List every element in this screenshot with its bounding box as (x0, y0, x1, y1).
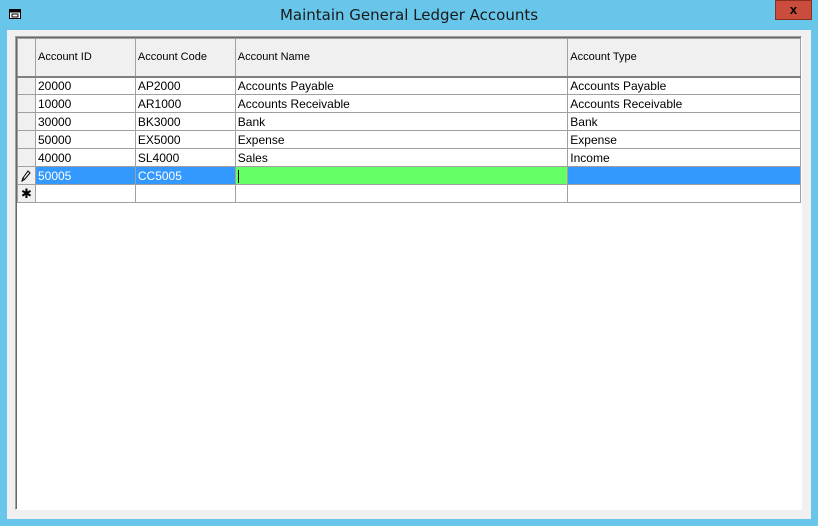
pencil-icon (21, 169, 32, 182)
cell-account-type[interactable]: Bank (567, 112, 801, 131)
row-header[interactable] (17, 76, 36, 95)
cell-account-code[interactable]: CC5005 (134, 166, 236, 185)
row-header[interactable] (17, 148, 36, 167)
window-title: Maintain General Ledger Accounts (279, 6, 539, 24)
new-cell-account-name[interactable] (234, 184, 569, 203)
cell-account-id[interactable]: 50005 (34, 166, 136, 185)
new-cell-account-code[interactable] (134, 184, 236, 203)
cell-account-type[interactable] (567, 166, 801, 185)
column-header-account-code[interactable]: Account Code (134, 38, 236, 78)
new-cell-account-id[interactable] (34, 184, 136, 203)
table-row[interactable]: 40000 SL4000 Sales Income (17, 148, 801, 167)
table-row[interactable]: 50000 EX5000 Expense Expense (17, 130, 801, 149)
accounts-table: Account ID Account Code Account Name Acc… (17, 38, 801, 203)
window-frame-bottom (0, 519, 818, 526)
table-row[interactable]: 20000 AP2000 Accounts Payable Accounts P… (17, 76, 801, 95)
asterisk-icon: ✱ (17, 184, 36, 203)
column-header-account-type[interactable]: Account Type (567, 38, 801, 78)
cell-account-code[interactable]: EX5000 (134, 130, 236, 149)
title-bar[interactable]: Maintain General Ledger Accounts x (0, 0, 818, 30)
new-cell-account-type[interactable] (567, 184, 801, 203)
grid-body: Account ID Account Code Account Name Acc… (16, 37, 801, 509)
cell-account-code[interactable]: BK3000 (134, 112, 236, 131)
row-header[interactable] (17, 112, 36, 131)
cell-account-name[interactable]: Expense (234, 130, 569, 149)
new-row[interactable]: ✱ (17, 184, 801, 203)
row-header[interactable] (17, 130, 36, 149)
window-frame-right (811, 30, 818, 526)
main-window: Maintain General Ledger Accounts x Accou… (0, 0, 818, 526)
cell-account-name[interactable]: Accounts Receivable (234, 94, 569, 113)
cell-account-id[interactable]: 20000 (34, 76, 136, 95)
header-row: Account ID Account Code Account Name Acc… (17, 38, 801, 78)
cell-account-name[interactable]: Accounts Payable (234, 76, 569, 95)
row-header[interactable] (17, 94, 36, 113)
close-button[interactable]: x (775, 0, 812, 20)
column-header-account-id[interactable]: Account ID (34, 38, 136, 78)
column-header-account-name[interactable]: Account Name (234, 38, 569, 78)
cell-account-id[interactable]: 40000 (34, 148, 136, 167)
accounts-data-grid[interactable]: Account ID Account Code Account Name Acc… (15, 36, 802, 510)
cell-account-code[interactable]: AR1000 (134, 94, 236, 113)
cell-account-code[interactable]: AP2000 (134, 76, 236, 95)
cell-account-id[interactable]: 30000 (34, 112, 136, 131)
cell-account-name-editor[interactable] (234, 166, 569, 185)
table-row[interactable]: 30000 BK3000 Bank Bank (17, 112, 801, 131)
text-caret (237, 169, 239, 183)
cell-account-type[interactable]: Income (567, 148, 801, 167)
editing-row[interactable]: 50005 CC5005 (17, 166, 801, 185)
cell-account-code[interactable]: SL4000 (134, 148, 236, 167)
cell-account-type[interactable]: Accounts Payable (567, 76, 801, 95)
row-header-editing[interactable] (17, 166, 36, 185)
cell-account-name[interactable]: Sales (234, 148, 569, 167)
select-all-corner[interactable] (17, 38, 36, 78)
cell-account-type[interactable]: Accounts Receivable (567, 94, 801, 113)
cell-account-name[interactable]: Bank (234, 112, 569, 131)
cell-account-id[interactable]: 10000 (34, 94, 136, 113)
cell-account-id[interactable]: 50000 (34, 130, 136, 149)
cell-account-type[interactable]: Expense (567, 130, 801, 149)
window-frame-left (0, 30, 7, 526)
table-row[interactable]: 10000 AR1000 Accounts Receivable Account… (17, 94, 801, 113)
client-area: Account ID Account Code Account Name Acc… (7, 30, 811, 519)
